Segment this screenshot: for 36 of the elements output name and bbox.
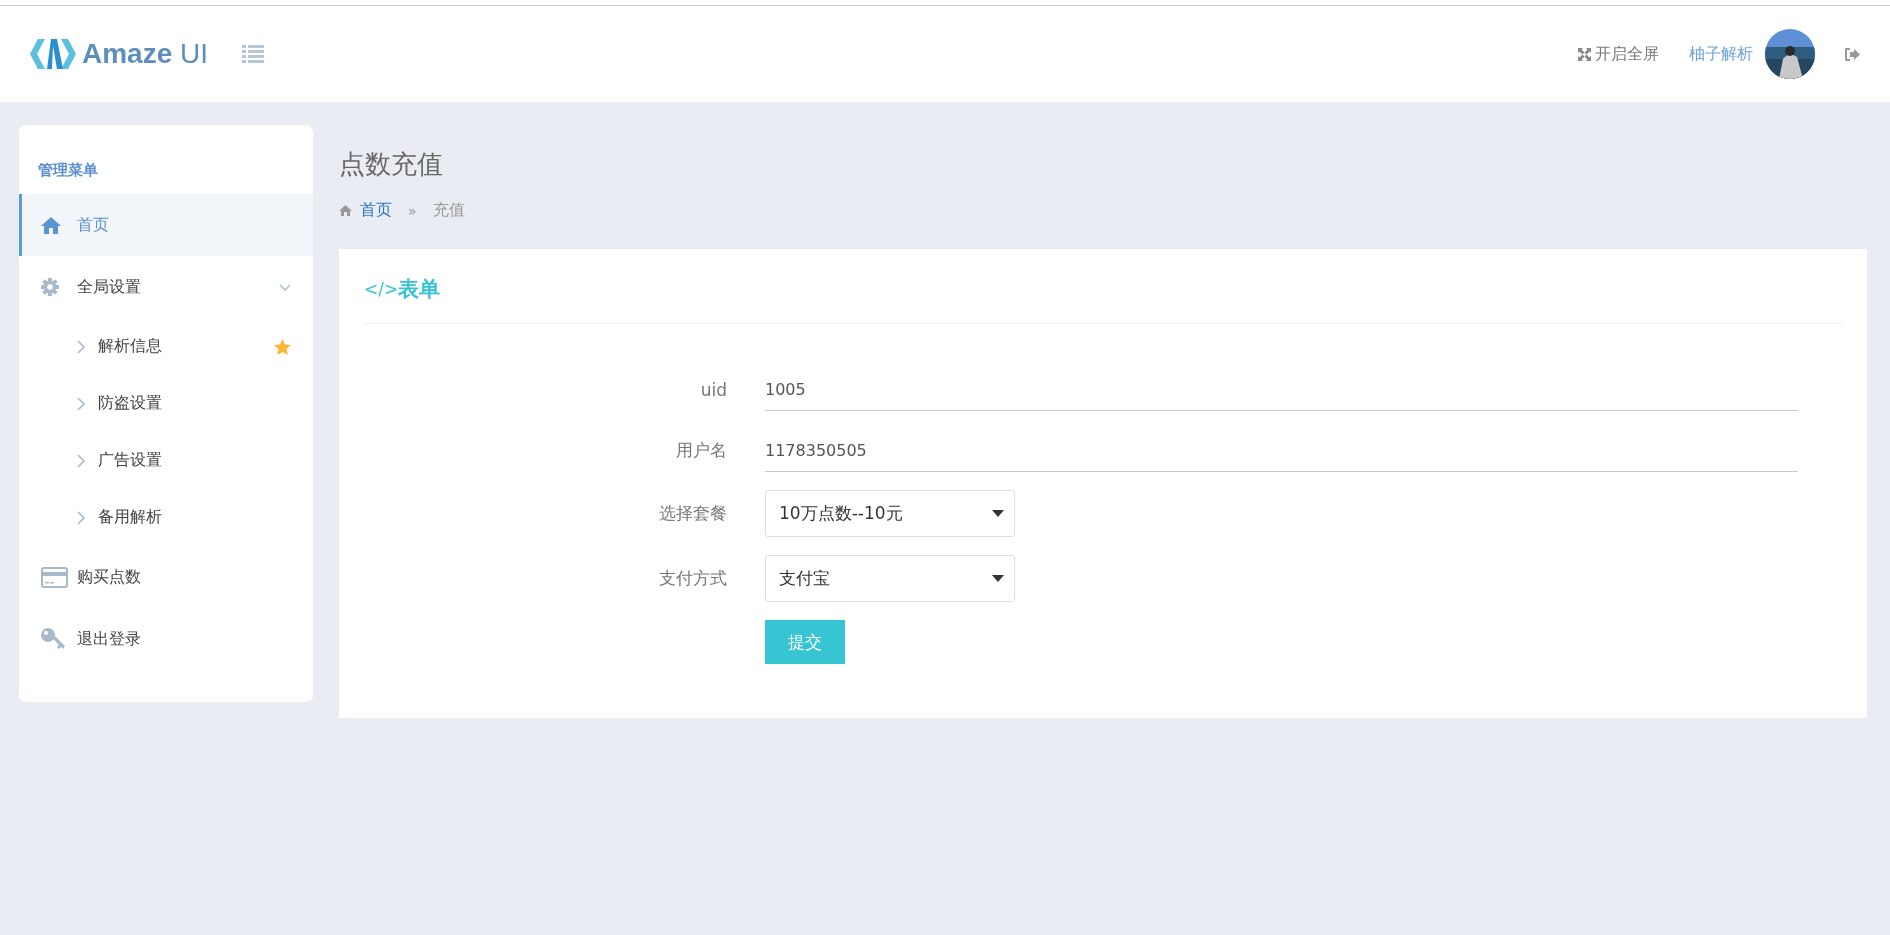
- logo-icon: [30, 39, 76, 69]
- sidebar-item[interactable]: 全局设置: [19, 256, 313, 318]
- chevron-right-icon: [76, 339, 86, 354]
- home-icon: [339, 205, 352, 216]
- breadcrumb-current: 充值: [432, 200, 465, 221]
- settings-icon: [41, 278, 59, 296]
- logout-icon: [1845, 47, 1860, 61]
- expand-icon: [1578, 47, 1591, 61]
- field-label: uid: [699, 379, 727, 400]
- sidebar-item[interactable]: 购买点数: [19, 546, 313, 608]
- field-label: 选择套餐: [658, 502, 727, 525]
- sidebar-subitem[interactable]: 广告设置: [19, 432, 313, 489]
- dropdown[interactable]: 10万点数--10元: [765, 490, 1015, 537]
- fullscreen-button[interactable]: 开启全屏: [1578, 43, 1659, 65]
- chevron-right-icon: [76, 453, 86, 468]
- sidebar-item[interactable]: 退出登录: [19, 608, 313, 670]
- breadcrumb-link[interactable]: 首页: [360, 200, 392, 221]
- sidebar-subitem[interactable]: 防盗设置: [19, 375, 313, 432]
- field-label: 用户名: [675, 439, 727, 462]
- chevron-right-icon: [76, 396, 86, 411]
- card-title: 表单: [398, 276, 441, 303]
- page-title: 点数充值: [339, 148, 444, 181]
- caret-icon: [992, 510, 1004, 517]
- chevron-right-icon: [76, 510, 86, 525]
- key-icon: [41, 628, 65, 650]
- code-icon: </>: [364, 279, 399, 299]
- sidebar-heading: 管理菜单: [37, 160, 99, 181]
- caret-icon: [992, 575, 1004, 582]
- sidebar-subitem[interactable]: 备用解析: [19, 489, 313, 546]
- home-icon: [41, 216, 61, 234]
- menu-icon[interactable]: [242, 45, 265, 63]
- dropdown[interactable]: 支付宝: [765, 555, 1015, 602]
- credit-card-icon: [41, 566, 68, 588]
- sidebar-subitem[interactable]: 解析信息: [19, 318, 313, 375]
- field-label: 支付方式: [658, 567, 727, 590]
- breadcrumb-separator: »: [408, 202, 417, 219]
